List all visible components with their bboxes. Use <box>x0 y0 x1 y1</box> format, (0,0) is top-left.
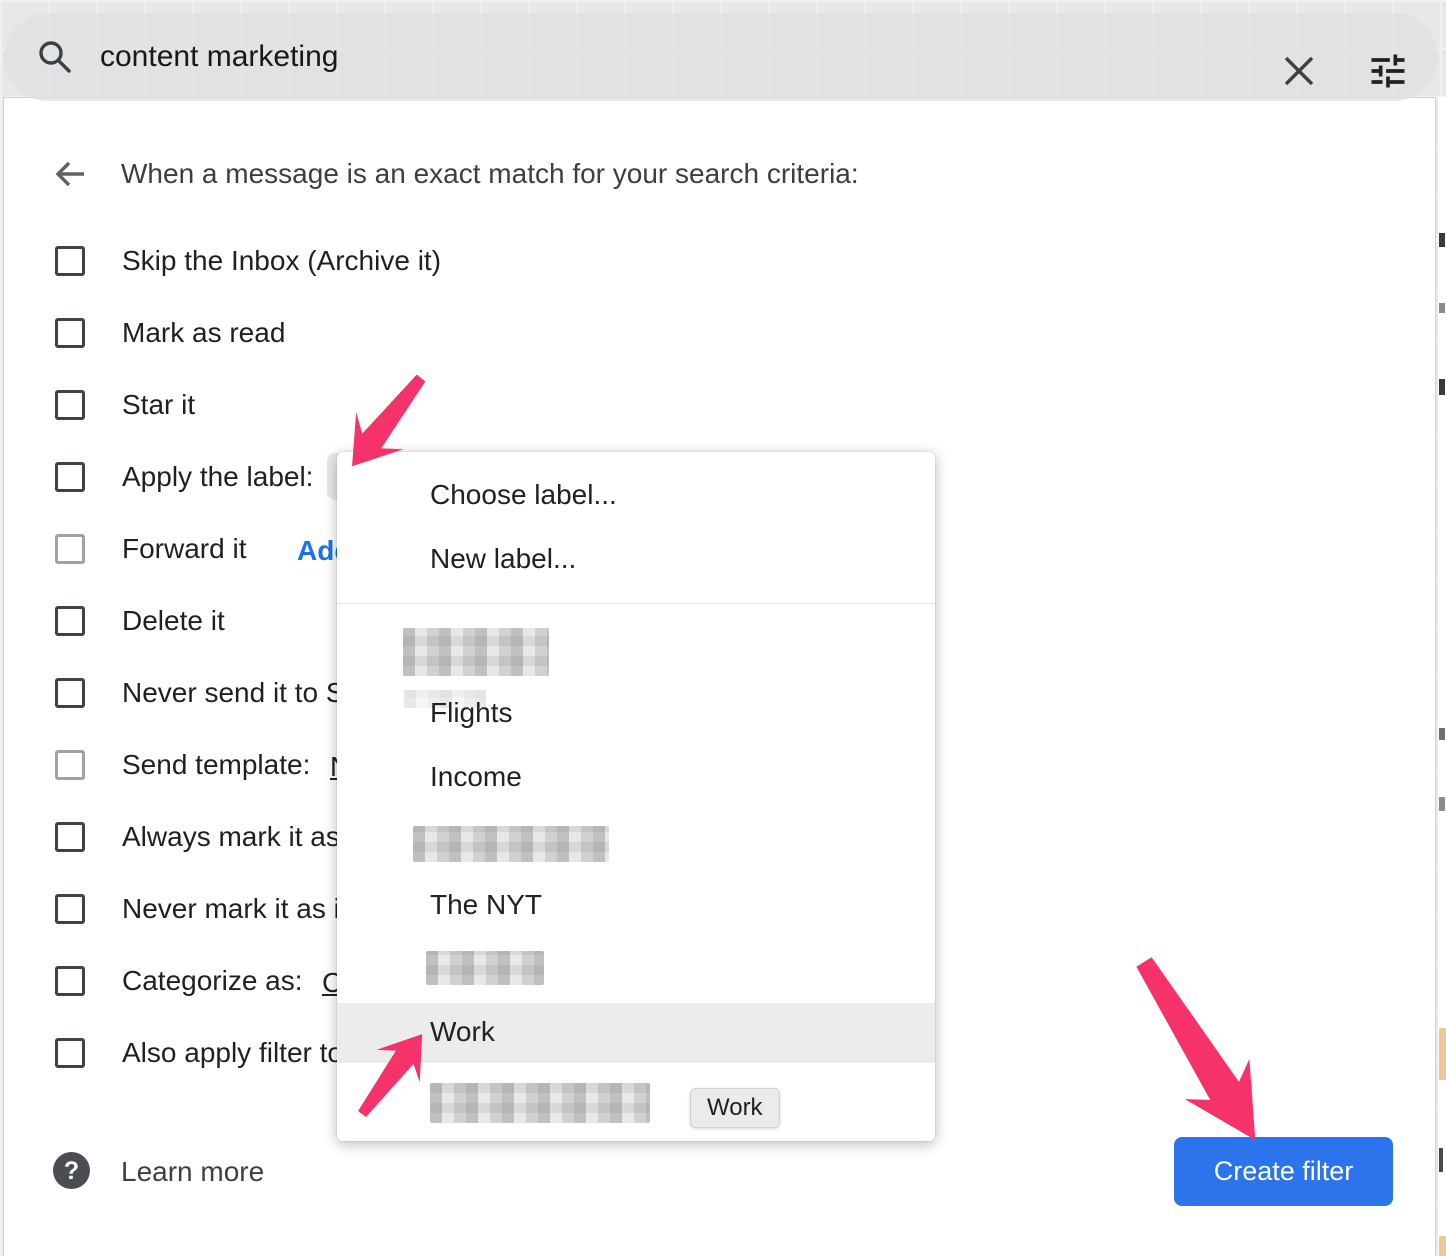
option-label: Skip the Inbox (Archive it) <box>122 245 441 277</box>
search-bar[interactable]: content marketing <box>4 13 1438 101</box>
menu-item-highlight <box>337 1003 935 1063</box>
filter-option-row: Delete it <box>55 605 225 637</box>
checkbox-apply-label[interactable] <box>55 462 85 492</box>
work-tooltip: Work <box>690 1088 780 1128</box>
menu-item-redacted[interactable] <box>403 628 549 676</box>
option-label: Mark as read <box>122 317 285 349</box>
option-label: Forward it <box>122 533 246 565</box>
checkbox-delete-it[interactable] <box>55 606 85 636</box>
create-filter-button[interactable]: Create filter <box>1174 1137 1393 1206</box>
menu-item-income[interactable]: Income <box>430 761 522 793</box>
label-menu: Choose label... New label... Flights Inc… <box>337 452 935 1141</box>
tune-icon[interactable] <box>1366 49 1410 93</box>
filter-option-row: Categorize as: Choose category <box>55 965 303 997</box>
text-fragment <box>1439 728 1445 740</box>
menu-item-redacted[interactable] <box>430 1083 650 1123</box>
filter-option-row: Star it <box>55 389 195 421</box>
page-title: When a message is an exact match for you… <box>121 158 859 190</box>
option-label: Star it <box>122 389 195 421</box>
option-label: Categorize as: <box>122 965 303 997</box>
filter-option-row: Apply the label: <box>55 461 313 493</box>
filter-option-row: Skip the Inbox (Archive it) <box>55 245 441 277</box>
checkbox-categorize-as[interactable] <box>55 966 85 996</box>
menu-item-choose-label[interactable]: Choose label... <box>430 479 617 511</box>
highlight-fragment <box>1439 1236 1446 1256</box>
checkbox-skip-inbox[interactable] <box>55 246 85 276</box>
highlight-fragment <box>1439 1028 1446 1080</box>
text-fragment <box>1439 233 1445 247</box>
checkbox-forward-it[interactable] <box>55 534 85 564</box>
magnifier-icon <box>36 38 74 76</box>
menu-item-the-nyt[interactable]: The NYT <box>430 889 542 921</box>
menu-item-work[interactable]: Work <box>430 1016 495 1048</box>
option-label: Apply the label: <box>122 461 313 493</box>
close-icon[interactable] <box>1282 54 1316 88</box>
filter-option-row: Mark as read <box>55 317 285 349</box>
text-fragment <box>1439 379 1445 395</box>
filter-option-row: Send template: New template <box>55 749 310 781</box>
checkbox-mark-as-read[interactable] <box>55 318 85 348</box>
checkbox-never-important[interactable] <box>55 894 85 924</box>
checkbox-always-important[interactable] <box>55 822 85 852</box>
text-fragment <box>1439 1148 1443 1172</box>
option-label: Send template: <box>122 749 310 781</box>
menu-item-redacted[interactable] <box>426 951 544 985</box>
checkbox-star-it[interactable] <box>55 390 85 420</box>
menu-item-flights[interactable]: Flights <box>430 697 512 729</box>
learn-more-link[interactable]: Learn more <box>121 1156 264 1188</box>
menu-item-redacted[interactable] <box>413 826 609 862</box>
text-fragment <box>1439 303 1445 313</box>
text-fragment <box>1439 797 1445 811</box>
option-label: Delete it <box>122 605 225 637</box>
checkbox-send-template[interactable] <box>55 750 85 780</box>
help-icon[interactable]: ? <box>53 1152 90 1189</box>
menu-item-new-label[interactable]: New label... <box>430 543 576 575</box>
checkbox-never-spam[interactable] <box>55 678 85 708</box>
background-page-sliver <box>1438 97 1446 1256</box>
menu-divider <box>337 603 935 604</box>
filter-option-row: Forward it Add forwarding address <box>55 533 246 565</box>
checkbox-also-apply[interactable] <box>55 1038 85 1068</box>
search-input[interactable]: content marketing <box>100 40 338 74</box>
back-arrow-icon[interactable] <box>50 154 90 194</box>
